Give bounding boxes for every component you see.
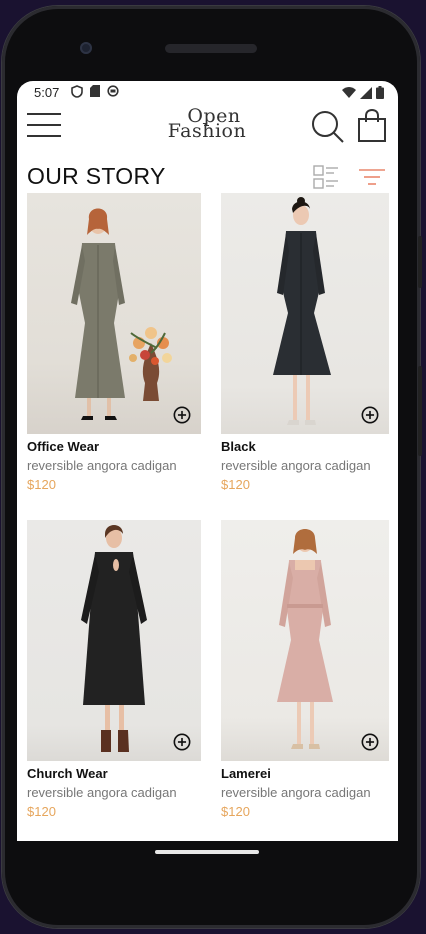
status-time: 5:07	[34, 85, 60, 100]
app-bar: Open Fashion	[17, 105, 398, 161]
volume-button	[418, 236, 422, 288]
product-description: reversible angora cadigan	[27, 458, 177, 473]
shopping-bag-icon[interactable]	[357, 109, 387, 143]
battery-icon	[376, 86, 384, 99]
model-illustration	[277, 529, 333, 749]
product-image[interactable]	[221, 193, 389, 434]
sync-icon	[107, 85, 119, 97]
product-card[interactable]: Office Wear reversible angora cadigan $1…	[27, 193, 201, 492]
product-description: reversible angora cadigan	[221, 458, 371, 473]
product-description: reversible angora cadigan	[27, 785, 177, 800]
brand-logo: Open Fashion	[137, 107, 277, 142]
product-name[interactable]: Lamerei	[221, 766, 389, 783]
earpiece-speaker	[165, 44, 257, 53]
menu-icon[interactable]	[27, 113, 61, 141]
status-bar: 5:07	[17, 81, 398, 105]
wifi-icon	[342, 86, 356, 98]
power-button	[418, 366, 422, 456]
product-card[interactable]: Church Wear reversible angora cadigan $1…	[27, 520, 201, 819]
product-card[interactable]: Black reversible angora cadigan $120	[221, 193, 389, 492]
model-illustration	[81, 525, 147, 752]
home-indicator[interactable]	[155, 850, 259, 854]
product-image[interactable]	[27, 193, 201, 434]
product-image[interactable]	[221, 520, 389, 761]
product-name[interactable]: Office Wear	[27, 439, 201, 456]
product-name[interactable]: Black	[221, 439, 389, 456]
model-illustration	[71, 208, 172, 420]
add-to-cart-icon[interactable]	[173, 733, 191, 751]
product-name[interactable]: Church Wear	[27, 766, 201, 783]
model-illustration	[273, 197, 331, 425]
add-to-cart-icon[interactable]	[173, 406, 191, 424]
signal-icon	[360, 86, 372, 99]
section-title: OUR STORY	[27, 163, 166, 189]
add-to-cart-icon[interactable]	[361, 406, 379, 424]
product-card[interactable]: Lamerei reversible angora cadigan $120	[221, 520, 389, 819]
product-price: $120	[27, 804, 56, 819]
shield-icon	[71, 85, 83, 98]
product-price: $120	[221, 804, 250, 819]
product-price: $120	[221, 477, 250, 492]
product-image[interactable]	[27, 520, 201, 761]
product-price: $120	[27, 477, 56, 492]
front-camera	[80, 42, 92, 54]
filter-icon[interactable]	[358, 167, 386, 187]
list-view-icon[interactable]	[313, 165, 339, 189]
product-description: reversible angora cadigan	[221, 785, 371, 800]
sd-card-icon	[90, 85, 100, 97]
add-to-cart-icon[interactable]	[361, 733, 379, 751]
logo-line-2: Fashion	[167, 120, 247, 142]
app-screen: 5:07 Open Fashion OUR STORY Office Wear …	[17, 81, 398, 841]
search-icon[interactable]	[311, 110, 345, 144]
